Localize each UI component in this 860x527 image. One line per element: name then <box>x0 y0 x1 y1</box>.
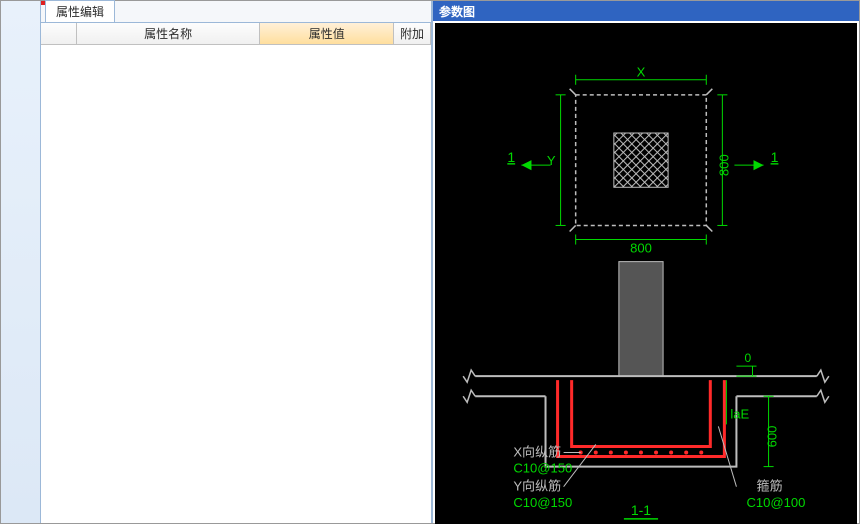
header-name[interactable]: 属性名称 <box>77 23 261 45</box>
grid-header: 属性名称 属性值 附加 <box>41 23 431 45</box>
section-id: 1-1 <box>631 502 651 518</box>
app-root: 属性编辑 属性名称 属性值 附加 参数图 <box>0 0 860 524</box>
diagram-title: 参数图 <box>433 1 859 21</box>
label-stirrup-val: C10@100 <box>746 495 805 510</box>
header-value[interactable]: 属性值 <box>260 23 394 45</box>
label-x-rebar-val: C10@150 <box>513 461 572 476</box>
header-index <box>41 23 77 45</box>
header-extra[interactable]: 附加 <box>394 23 431 45</box>
dim-y-label: Y <box>547 153 556 168</box>
diagram-panel: 参数图 <box>432 1 859 523</box>
left-gutter <box>1 1 41 523</box>
diagram-svg: X Y 800 <box>435 23 857 524</box>
dim-800-bottom: 800 <box>630 241 652 256</box>
dim-0: 0 <box>744 351 751 365</box>
dim-800-right: 800 <box>716 154 731 176</box>
section-view: 0 600 laE X向纵筋 C10@150 Y向纵筋 C10@150 <box>463 351 829 519</box>
label-stirrup: 箍筋 <box>757 479 783 494</box>
section-mark-left: 1 <box>507 149 550 170</box>
dim-600: 600 <box>765 426 780 448</box>
dim-x-label: X <box>637 65 646 80</box>
diagram-canvas: X Y 800 <box>435 23 857 524</box>
tab-strip: 属性编辑 <box>41 1 431 23</box>
label-lae: laE <box>730 406 749 421</box>
properties-panel: 属性编辑 属性名称 属性值 附加 <box>41 1 432 523</box>
label-y-rebar: Y向纵筋 <box>513 479 561 494</box>
svg-text:1: 1 <box>507 149 515 165</box>
label-x-rebar: X向纵筋 <box>513 445 561 460</box>
section-mark-right: 1 <box>734 149 778 170</box>
plan-view: X Y 800 <box>507 65 778 256</box>
properties-grid: 属性名称 属性值 附加 <box>41 23 431 523</box>
tab-properties-edit[interactable]: 属性编辑 <box>45 0 115 22</box>
label-y-rebar-val: C10@150 <box>513 495 572 510</box>
svg-text:1: 1 <box>771 149 779 165</box>
